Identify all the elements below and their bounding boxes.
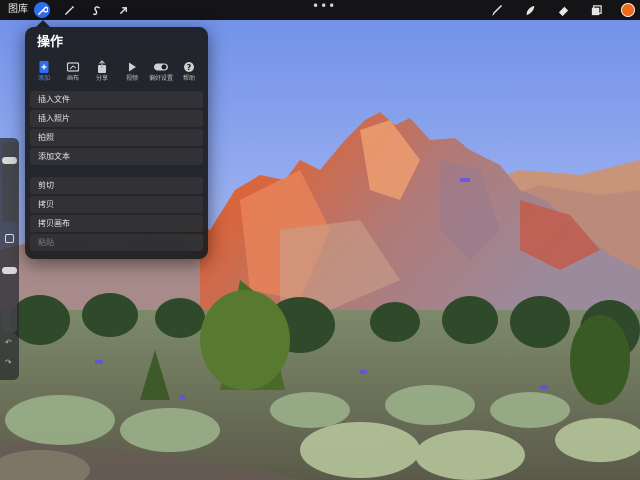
tab-label: 分享 bbox=[95, 75, 108, 82]
color-picker-button[interactable] bbox=[621, 3, 635, 17]
menu-item-insert-photo[interactable]: 插入照片 bbox=[30, 110, 203, 127]
opacity-handle[interactable] bbox=[2, 266, 17, 274]
tab-help[interactable]: ? 帮助 bbox=[174, 59, 204, 85]
menu-item-insert-file[interactable]: 插入文件 bbox=[30, 91, 203, 108]
adjustments-wand-icon[interactable] bbox=[61, 2, 77, 18]
tab-preferences[interactable]: 偏好设置 bbox=[146, 59, 176, 85]
undo-arrow-icon[interactable]: ↶ bbox=[5, 338, 12, 347]
video-play-icon bbox=[117, 59, 147, 73]
smudge-icon[interactable] bbox=[522, 2, 538, 18]
tab-label: 帮助 bbox=[182, 75, 195, 82]
tab-label: 添加 bbox=[37, 75, 50, 82]
tab-label: 偏好设置 bbox=[148, 75, 173, 82]
tab-label: 画布 bbox=[66, 75, 79, 82]
opacity-slider[interactable] bbox=[2, 252, 17, 332]
tab-label: 视频 bbox=[125, 75, 138, 82]
redo-arrow-icon[interactable]: ↷ bbox=[5, 358, 12, 367]
add-file-icon bbox=[29, 59, 59, 73]
brush-size-handle[interactable] bbox=[2, 156, 17, 164]
popover-arrow bbox=[36, 20, 50, 27]
layers-icon[interactable] bbox=[588, 2, 604, 18]
menu-item-copy[interactable]: 拷贝 bbox=[30, 196, 203, 213]
menu-item-take-photo[interactable]: 拍照 bbox=[30, 129, 203, 146]
brush-size-slider[interactable] bbox=[2, 142, 17, 222]
tab-share[interactable]: 分享 bbox=[87, 59, 117, 85]
svg-text:?: ? bbox=[187, 63, 192, 72]
brush-icon[interactable] bbox=[488, 2, 504, 18]
gallery-button[interactable]: 图库 bbox=[8, 3, 28, 17]
tab-video[interactable]: 视频 bbox=[117, 59, 147, 85]
actions-tabs: 添加 画布 分享 视频 偏好设置 ? 帮助 bbox=[29, 59, 204, 85]
top-toolbar: 图库 ••• bbox=[0, 0, 640, 20]
menu-item-copy-canvas[interactable]: 拷贝画布 bbox=[30, 215, 203, 232]
canvas-icon bbox=[58, 59, 88, 73]
menu-item-add-text[interactable]: 添加文本 bbox=[30, 148, 203, 165]
more-options-icon[interactable]: ••• bbox=[312, 0, 336, 12]
tab-add[interactable]: 添加 bbox=[29, 59, 59, 85]
toggle-icon bbox=[146, 59, 176, 73]
modify-square-button[interactable] bbox=[5, 234, 14, 243]
popover-title: 操作 bbox=[37, 35, 64, 50]
menu-item-cut[interactable]: 剪切 bbox=[30, 177, 203, 194]
transform-arrow-icon[interactable] bbox=[115, 2, 131, 18]
eraser-icon[interactable] bbox=[555, 2, 571, 18]
share-icon bbox=[87, 59, 117, 73]
help-icon: ? bbox=[174, 59, 204, 73]
tab-canvas[interactable]: 画布 bbox=[58, 59, 88, 85]
menu-item-paste: 粘贴 bbox=[30, 234, 203, 251]
actions-wrench-icon[interactable] bbox=[34, 2, 50, 18]
selection-s-icon[interactable] bbox=[88, 2, 104, 18]
brush-sidebar: ↶ ↷ bbox=[0, 138, 19, 380]
actions-popover: 操作 添加 画布 分享 视频 偏好设置 ? 帮助 插入文件 插入照片 拍照 添加… bbox=[25, 27, 208, 259]
